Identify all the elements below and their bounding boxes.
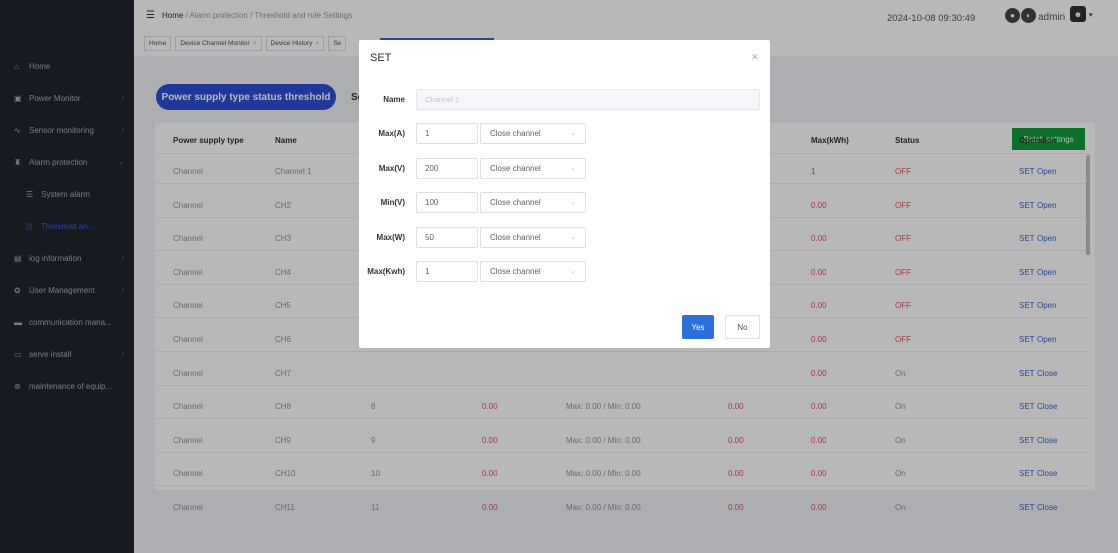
action-select[interactable]: Close channel ⌄ <box>480 123 586 144</box>
threshold-input[interactable]: 50 <box>416 226 478 248</box>
name-label: Name <box>383 95 405 104</box>
threshold-input[interactable]: 100 <box>416 192 478 213</box>
action-select[interactable]: Close channel ⌄ <box>480 157 586 179</box>
chevron-down-icon: ⌄ <box>570 164 576 172</box>
field-label: Max(A) <box>378 129 405 138</box>
action-select-value: Close channel <box>490 232 541 242</box>
field-label: Min(V) <box>380 198 405 207</box>
chevron-down-icon: ⌄ <box>570 268 576 275</box>
close-icon[interactable]: ✕ <box>751 52 759 63</box>
field-label: Max(V) <box>378 163 405 173</box>
action-select-value: Close channel <box>490 163 541 173</box>
chevron-down-icon: ⌄ <box>570 130 576 137</box>
action-select[interactable]: Close channel ⌄ <box>480 226 586 248</box>
threshold-input[interactable]: 1 <box>416 261 478 282</box>
field-label: Max(W) <box>376 232 405 242</box>
chevron-down-icon: ⌄ <box>570 233 576 241</box>
set-dialog: SET ✕ Name Channel 1 Max(A) 1 Close channe… <box>359 40 770 348</box>
dialog-title: SET <box>370 52 392 64</box>
field-label: Max(Kwh) <box>367 267 405 276</box>
no-button[interactable]: No <box>725 315 760 339</box>
action-select-value: Close channel <box>490 129 541 138</box>
action-select-value: Close channel <box>490 198 541 207</box>
threshold-input[interactable]: 1 <box>416 123 478 144</box>
threshold-input[interactable]: 200 <box>416 157 478 179</box>
action-select[interactable]: Close channel ⌄ <box>480 261 586 282</box>
yes-button[interactable]: Yes <box>682 315 714 339</box>
action-select[interactable]: Close channel ⌄ <box>480 192 586 213</box>
name-field[interactable]: Channel 1 <box>416 89 760 110</box>
action-select-value: Close channel <box>490 267 541 276</box>
chevron-down-icon: ⌄ <box>570 199 576 206</box>
